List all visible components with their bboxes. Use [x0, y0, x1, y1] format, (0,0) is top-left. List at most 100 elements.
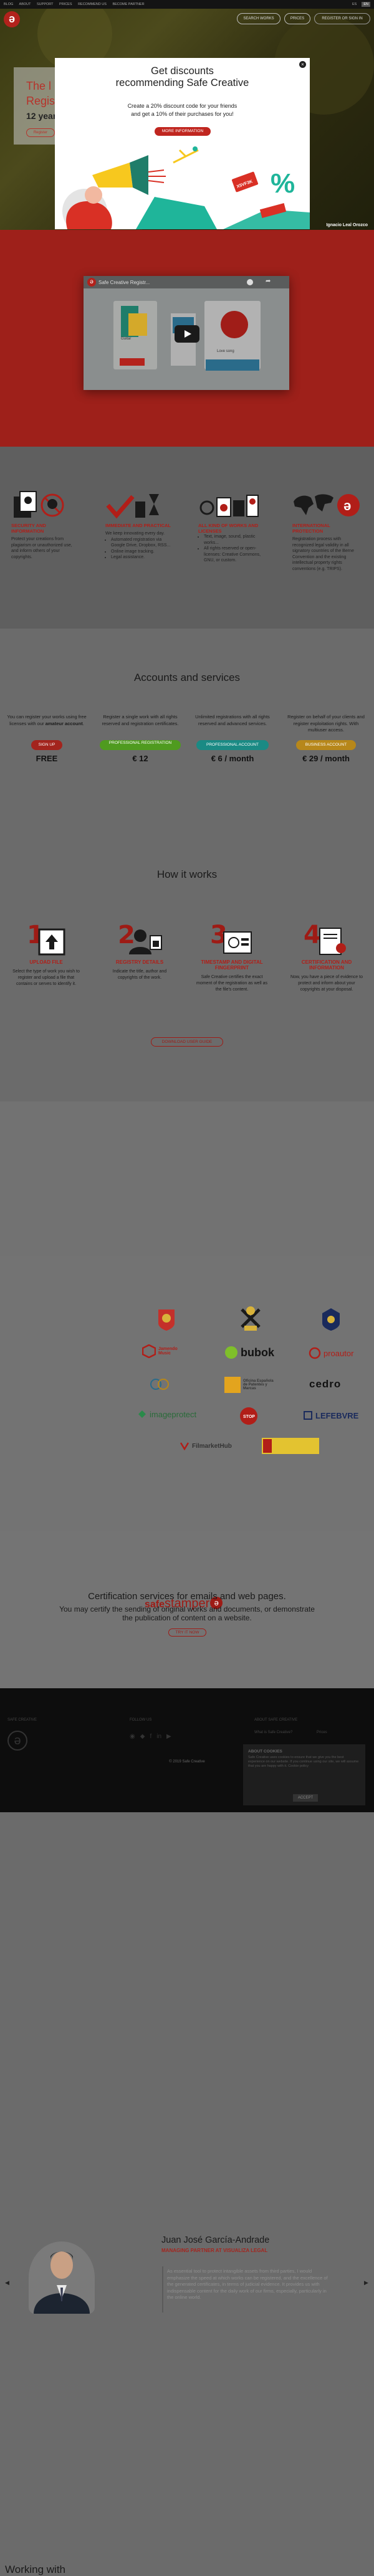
partner-logo-jamendo: Jamendo Music — [142, 1344, 187, 1358]
step-details-title: Registry details — [115, 959, 164, 965]
cedro-logo-text: cedro — [309, 1378, 342, 1390]
professional-account-column: Unlimited registrations with all rights … — [192, 714, 273, 763]
nav-prices-link[interactable]: Prices — [59, 2, 72, 6]
feature-international-text: Registration process with recognized leg… — [292, 537, 354, 571]
footer-col-safecreative: Safe Creative — [7, 1718, 37, 1722]
working-with-section: Working with — [0, 1256, 374, 2575]
photo-credit: Ignacio Leal Orozco — [326, 223, 368, 227]
cookie-accept-button[interactable]: Accept — [293, 1794, 318, 1802]
professional-registration-button[interactable]: Professional registration — [100, 740, 181, 750]
nav-support-link[interactable]: Support — [37, 2, 54, 6]
professional-account-description: Unlimited registrations with all rights … — [195, 714, 270, 726]
imageprotect-logo-text: imageprotect — [150, 1409, 197, 1419]
nav-blog-link[interactable]: Blog — [4, 2, 13, 6]
svg-text:ə: ə — [343, 498, 351, 513]
cookie-banner: About cookies Safe Creative uses cookies… — [243, 1744, 365, 1805]
hero-years-text: 12 year — [26, 111, 57, 121]
working-with-title: Working with — [5, 2564, 65, 2575]
rss-icon[interactable]: ◉ — [130, 1733, 135, 1740]
try-it-now-button[interactable]: Try it now — [168, 1628, 206, 1637]
previous-arrow-icon[interactable]: ◀ — [5, 2279, 9, 2286]
partner-logo-gobierno — [262, 1438, 319, 1454]
more-information-button[interactable]: More information — [155, 127, 211, 136]
amateur-account-column: You can register your works using free l… — [6, 714, 87, 763]
media-types-icon — [198, 489, 266, 520]
modal-title-line1: Get discounts — [151, 65, 214, 77]
share-icon[interactable]: ➦ — [266, 278, 271, 285]
step-upload-title: Upload file — [29, 959, 63, 965]
lang-es-link[interactable]: ES — [350, 2, 358, 7]
nav-about-link[interactable]: About — [19, 2, 31, 6]
testimonial-avatar — [29, 2241, 95, 2314]
modal-body: Create a 20% discount code for your frie… — [55, 102, 310, 118]
professional-registration-description: Register a single work with all rights r… — [102, 714, 179, 726]
nav-recommend-link[interactable]: Recommend us — [78, 2, 107, 6]
feature-immediate: Immediate and practical We keep innovati… — [105, 489, 173, 561]
feature-international-title: International protection — [292, 523, 330, 534]
feature-all-works-list: Text, image, sound, plastic works... All… — [204, 534, 266, 564]
business-account-button[interactable]: Business account — [296, 740, 356, 750]
nav-partner-link[interactable]: Become partner — [112, 2, 144, 6]
modal-body-line2: and get a 10% of their purchases for you… — [131, 111, 234, 117]
video-title: Safe Creative Registr... — [98, 280, 150, 285]
discount-modal: × Get discounts recommending Safe Creati… — [55, 58, 310, 229]
register-signin-button[interactable]: Register or sign in — [314, 13, 370, 24]
professional-account-button[interactable]: Professional account — [196, 740, 269, 750]
professional-account-price: € 6 / month — [211, 754, 254, 763]
filmarkethub-logo-text: FilmarketHub — [192, 1442, 232, 1450]
feature-international: ə International protection Registration … — [292, 489, 360, 572]
step-certification-text: Now, you have a piece of evidence to pro… — [290, 975, 363, 992]
testimonial-role: Managing partner at Visualiza Legal — [161, 2248, 268, 2253]
safestamper-heading: Certification services for emails and we… — [88, 1591, 286, 1602]
megaphone-illustration: X5VF3K % — [62, 146, 310, 229]
safecreative-logo[interactable]: ə — [4, 11, 20, 27]
feature-all-works-title: All kind of works and licenses — [198, 523, 259, 534]
search-works-button[interactable]: Search works — [237, 13, 280, 24]
footer-col-follow: Follow us — [130, 1718, 152, 1722]
bubok-logo-text: bubok — [241, 1346, 274, 1359]
watch-later-icon[interactable] — [247, 279, 253, 285]
modal-title: Get discounts recommending Safe Creative — [55, 65, 310, 89]
testimonial-quote: As essential tool to protect intangible … — [167, 2268, 328, 2300]
lang-en-link[interactable]: EN — [362, 2, 370, 7]
twitter-icon[interactable]: ◆ — [140, 1733, 145, 1740]
top-nav-links: Blog About Support Prices Recommend us B… — [4, 2, 150, 6]
footer-link-what-is[interactable]: What is Safe Creative? — [254, 1731, 292, 1734]
certificate-icon: 4 — [290, 921, 363, 956]
list-item: Online image tracking. — [111, 549, 173, 555]
world-map-icon: ə — [292, 489, 360, 520]
partner-logo-ciudadanos: Oficina Española de Patentes y Marcas — [224, 1377, 274, 1393]
partner-logo-imageprotect: imageprotect — [137, 1409, 196, 1419]
linkedin-icon[interactable]: in — [156, 1733, 161, 1740]
feature-security-text: Protect your creations from plagiarism o… — [11, 537, 72, 559]
download-user-guide-button[interactable]: Download user guide — [151, 1037, 223, 1047]
amateur-account-description: You can register your works using free l… — [6, 714, 87, 735]
feature-immediate-text: We keep innovating every day. — [105, 531, 165, 536]
footer-link-prices[interactable]: Prices — [317, 1731, 327, 1734]
footer-logo[interactable]: ə — [7, 1731, 27, 1751]
upload-file-icon: 1 — [9, 921, 83, 956]
sign-up-button[interactable]: Sign up — [31, 740, 62, 750]
facebook-icon[interactable]: f — [150, 1733, 151, 1740]
testimonial-section: ◀ ▶ Juan José García-Andrade Managing pa… — [0, 1101, 374, 2314]
business-account-description: Register on behalf of your clients and r… — [287, 714, 365, 733]
intro-video-player[interactable]: ə Safe Creative Registr... ➦ Guitar Love… — [84, 276, 289, 390]
partner-logo-lefebvre: LEFEBVRE — [303, 1410, 358, 1420]
partner-logo-proautor: proautor — [309, 1347, 353, 1359]
youtube-icon[interactable]: ▶ — [166, 1733, 171, 1740]
next-arrow-icon[interactable]: ▶ — [364, 2279, 368, 2286]
feature-immediate-list: Automated registration via Google Drive,… — [111, 537, 173, 561]
lefebvre-logo-text: LEFEBVRE — [315, 1410, 359, 1420]
safestamper-subtext-line2: the publication of content on a website. — [122, 1614, 252, 1622]
step-timestamp-text: Safe Creative certifies the exact moment… — [196, 975, 267, 992]
step-timestamp-title: Timestamp and digital fingerprint — [201, 959, 263, 971]
hero-register-button[interactable]: Register — [26, 128, 55, 137]
play-icon[interactable] — [175, 325, 199, 343]
modal-title-line2: recommending Safe Creative — [115, 77, 249, 88]
prices-button[interactable]: Prices — [284, 13, 310, 24]
svg-text:STOP: STOP — [243, 1415, 255, 1419]
how-title: How it works — [156, 868, 218, 880]
step-details: 2 Registry details Indicate the title, a… — [103, 921, 176, 981]
professional-registration-price: € 12 — [132, 754, 148, 763]
partner-logo-policia — [320, 1307, 342, 1332]
